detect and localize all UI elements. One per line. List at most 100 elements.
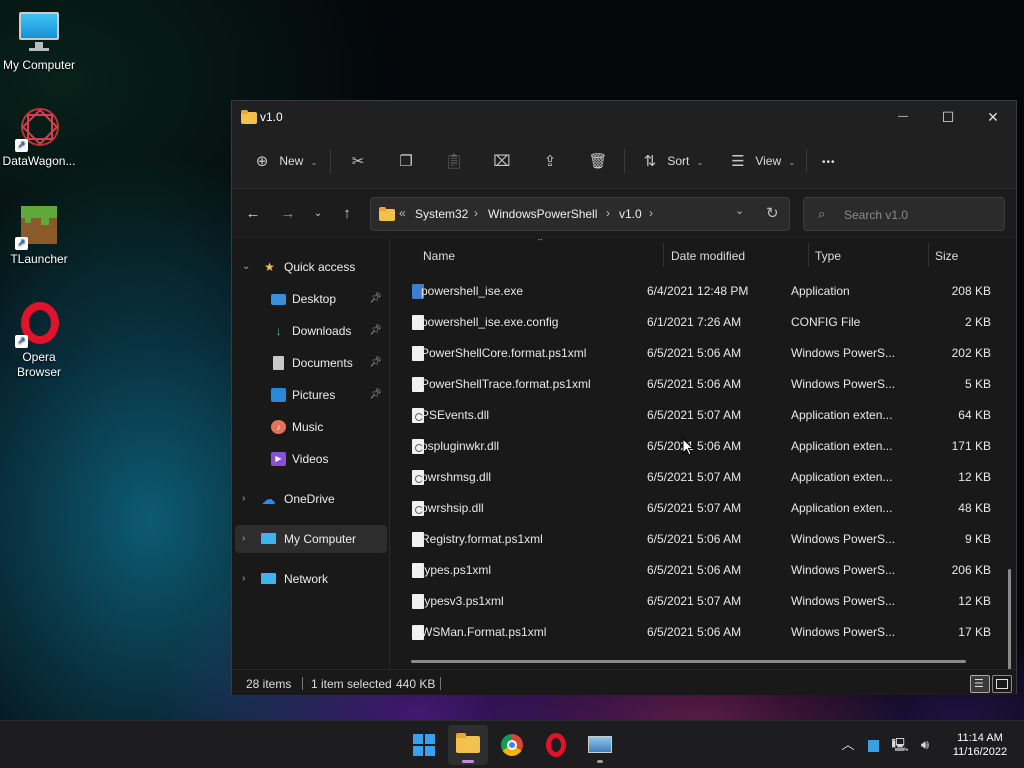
more-options-button[interactable]: ••• bbox=[822, 147, 836, 175]
sidebar-item-documents[interactable]: Documents 📌︎ bbox=[232, 349, 388, 377]
show-hidden-icons-button[interactable]: ︿ bbox=[838, 721, 858, 768]
taskbar-chrome[interactable] bbox=[492, 725, 532, 765]
rename-button[interactable]: ⌧ bbox=[492, 147, 512, 175]
file-row[interactable]: types.ps1xml 6/5/2021 5:06 AM Windows Powe… bbox=[405, 555, 1003, 586]
view-button[interactable]: ☰ View ⌄ bbox=[728, 147, 795, 175]
chevron-down-icon[interactable]: ⌄ bbox=[242, 253, 250, 281]
sort-button[interactable]: ⇅ Sort ⌄ bbox=[640, 147, 704, 175]
file-row[interactable]: pwrshsip.dll 6/5/2021 5:07 AM Application … bbox=[405, 493, 1003, 524]
sidebar-item-downloads[interactable]: ↓ Downloads 📌︎ bbox=[232, 317, 388, 345]
search-input[interactable]: Search v1.0 bbox=[844, 208, 908, 222]
tray-app-icon[interactable] bbox=[864, 721, 882, 768]
file-date: 6/5/2021 5:06 AM bbox=[647, 625, 742, 639]
taskbar-image-viewer[interactable] bbox=[580, 725, 620, 765]
file-size: 12 KB bbox=[958, 470, 991, 484]
file-row[interactable]: pspluginwkr.dll 6/5/2021 5:06 AM Applicati… bbox=[405, 431, 1003, 462]
clipboard-icon: 📋︎ bbox=[444, 152, 464, 170]
sidebar-item-desktop[interactable]: Desktop 📌︎ bbox=[232, 285, 388, 313]
sidebar-item-pictures[interactable]: Pictures 📌︎ bbox=[232, 381, 388, 409]
taskbar-opera[interactable] bbox=[536, 725, 576, 765]
maximize-button[interactable]: ☐ bbox=[925, 101, 971, 133]
chevron-right-icon[interactable]: › bbox=[242, 485, 245, 513]
column-divider[interactable] bbox=[928, 243, 929, 267]
desktop-icon-datawagon[interactable]: ↗ DataWagon... bbox=[0, 106, 78, 169]
chevron-right-icon[interactable]: › bbox=[474, 206, 478, 220]
address-overflow[interactable]: « bbox=[399, 206, 406, 220]
file-size: 48 KB bbox=[958, 501, 991, 515]
sort-label: Sort bbox=[667, 154, 690, 168]
volume-button[interactable]: 🔊︎ bbox=[914, 721, 936, 768]
file-type: Application exten... bbox=[791, 470, 893, 484]
rename-icon: ⌧ bbox=[493, 152, 511, 170]
file-row[interactable]: powershell_ise.exe.config 6/1/2021 7:26 A… bbox=[405, 307, 1003, 338]
sidebar-item-label: Videos bbox=[292, 452, 329, 466]
chevron-right-icon[interactable]: › bbox=[606, 206, 610, 220]
title-bar[interactable]: v1.0 — ☐ ✕ bbox=[232, 101, 1016, 133]
taskbar-file-explorer[interactable] bbox=[448, 725, 488, 765]
address-bar[interactable]: « System32 › WindowsPowerShell › v1.0 › … bbox=[370, 197, 790, 231]
file-row[interactable]: PowerShellCore.format.ps1xml 6/5/2021 5:0… bbox=[405, 338, 1003, 369]
active-indicator bbox=[462, 760, 474, 763]
file-row[interactable]: WSMan.Format.ps1xml 6/5/2021 5:06 AM Windo… bbox=[405, 617, 1003, 648]
close-button[interactable]: ✕ bbox=[970, 101, 1016, 133]
up-button[interactable]: ↑ bbox=[334, 201, 360, 227]
search-box[interactable]: ⌕ Search v1.0 bbox=[803, 197, 1005, 231]
clock[interactable]: 11:14 AM 11/16/2022 bbox=[940, 731, 1020, 759]
copy-button[interactable]: ❐ bbox=[396, 147, 416, 175]
large-icons-view-button[interactable] bbox=[992, 675, 1012, 693]
column-header-name[interactable]: Name bbox=[423, 249, 455, 263]
file-size: 171 KB bbox=[951, 439, 991, 453]
address-segment-system32[interactable]: System32 bbox=[415, 207, 468, 221]
cut-button[interactable]: ✂ bbox=[348, 147, 368, 175]
back-button[interactable]: ← bbox=[240, 201, 266, 227]
sidebar-item-label: Downloads bbox=[292, 324, 352, 338]
desktop-icon-my-computer[interactable]: My Computer bbox=[0, 10, 78, 73]
view-lines-icon: ☰ bbox=[731, 152, 745, 170]
horizontal-scrollbar[interactable] bbox=[411, 660, 966, 663]
column-divider[interactable] bbox=[663, 243, 664, 267]
new-button[interactable]: ⊕ New ⌄ bbox=[252, 147, 318, 175]
column-header-size[interactable]: Size bbox=[935, 249, 958, 263]
address-history-chevron-icon[interactable]: ⌄ bbox=[735, 204, 744, 217]
sidebar-item-videos[interactable]: ▶ Videos bbox=[232, 445, 388, 473]
column-header-date[interactable]: Date modified bbox=[671, 249, 745, 263]
file-row[interactable]: Registry.format.ps1xml 6/5/2021 5:06 AM Wi… bbox=[405, 524, 1003, 555]
refresh-icon[interactable]: ↻ bbox=[766, 204, 779, 222]
recent-locations-button[interactable]: ⌄ bbox=[305, 201, 331, 227]
desktop-icon-tlauncher[interactable]: ↗ TLauncher bbox=[0, 204, 78, 267]
address-segment-windowspowershell[interactable]: WindowsPowerShell bbox=[488, 207, 597, 221]
chevron-down-icon: ⌄ bbox=[696, 158, 704, 167]
file-row[interactable]: typesv3.ps1xml 6/5/2021 5:07 AM Windows Po… bbox=[405, 586, 1003, 617]
sidebar-item-label: Documents bbox=[292, 356, 353, 370]
sidebar-onedrive[interactable]: › ☁ OneDrive bbox=[232, 485, 388, 513]
file-row[interactable]: PowerShellTrace.format.ps1xml 6/5/2021 5:… bbox=[405, 369, 1003, 400]
address-segment-v1[interactable]: v1.0 bbox=[619, 207, 642, 221]
share-button[interactable]: ⇪ bbox=[540, 147, 560, 175]
minimize-button[interactable]: — bbox=[880, 101, 926, 133]
delete-button[interactable]: 🗑︎ bbox=[588, 147, 608, 175]
desktop-icon-opera[interactable]: ↗ Opera Browser bbox=[0, 302, 78, 380]
sidebar-network[interactable]: › Network bbox=[232, 565, 388, 593]
start-button[interactable] bbox=[404, 725, 444, 765]
sidebar-item-music[interactable]: ♪ Music bbox=[232, 413, 388, 441]
grass-block-icon: ↗ bbox=[15, 204, 61, 250]
sidebar-my-computer[interactable]: › My Computer bbox=[235, 525, 387, 553]
sidebar-quick-access[interactable]: ⌄ ★ Quick access bbox=[232, 253, 388, 281]
network-status-button[interactable]: 🖳︎ bbox=[890, 721, 910, 768]
column-divider[interactable] bbox=[808, 243, 809, 267]
file-date: 6/4/2021 12:48 PM bbox=[647, 284, 749, 298]
details-view-button[interactable]: ☰ bbox=[970, 675, 990, 693]
sort-arrows-icon: ⇅ bbox=[643, 152, 657, 170]
sidebar-item-label: Network bbox=[284, 572, 329, 586]
chevron-right-icon[interactable]: › bbox=[242, 565, 245, 593]
file-row[interactable]: PSEvents.dll 6/5/2021 5:07 AM Application … bbox=[405, 400, 1003, 431]
file-row[interactable]: pwrshmsg.dll 6/5/2021 5:07 AM Application … bbox=[405, 462, 1003, 493]
paste-button[interactable]: 📋︎ bbox=[444, 147, 464, 175]
vertical-scrollbar[interactable] bbox=[1008, 569, 1011, 669]
forward-button[interactable]: → bbox=[275, 201, 301, 227]
opera-logo-icon bbox=[546, 733, 566, 757]
file-row[interactable]: powershell_ise.exe 6/4/2021 12:48 PM Appli… bbox=[405, 276, 1003, 307]
column-header-type[interactable]: Type bbox=[815, 249, 841, 263]
chevron-right-icon[interactable]: › bbox=[242, 525, 245, 553]
chevron-right-icon[interactable]: › bbox=[649, 206, 653, 220]
